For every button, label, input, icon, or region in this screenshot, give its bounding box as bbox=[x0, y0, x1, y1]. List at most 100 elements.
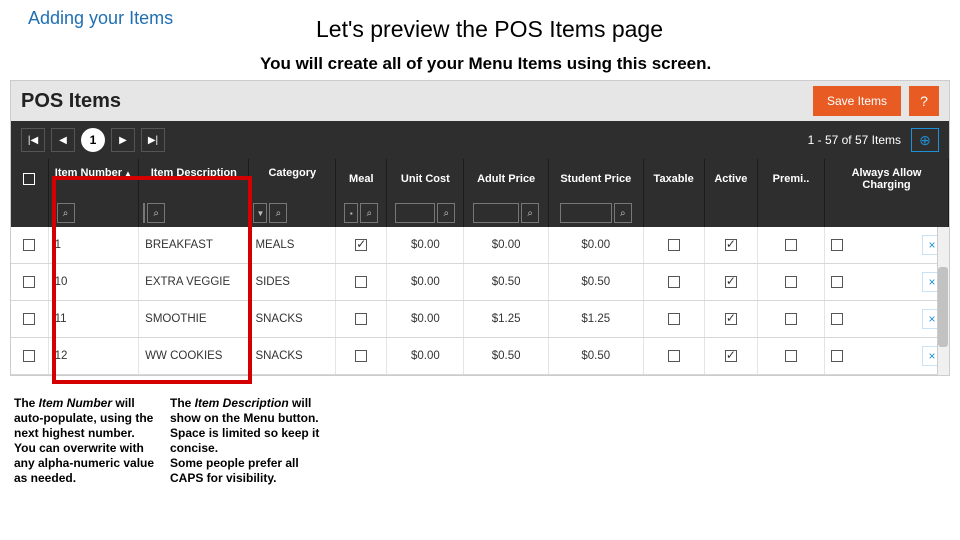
pager-last-icon[interactable]: ▶| bbox=[141, 128, 165, 152]
cell-taxable bbox=[644, 264, 705, 300]
cell-unit-cost[interactable]: $0.00 bbox=[387, 264, 464, 300]
taxable-checkbox[interactable] bbox=[668, 350, 680, 362]
filter-icon[interactable]: ⌕ bbox=[269, 203, 287, 223]
premium-checkbox[interactable] bbox=[785, 350, 797, 362]
filter-adult-price[interactable] bbox=[473, 203, 519, 223]
cell-active bbox=[705, 264, 758, 300]
taxable-checkbox[interactable] bbox=[668, 313, 680, 325]
meal-checkbox[interactable] bbox=[355, 239, 367, 251]
cell-category[interactable]: MEALS bbox=[249, 227, 336, 263]
active-checkbox[interactable] bbox=[725, 313, 737, 325]
cell-meal bbox=[336, 227, 387, 263]
cell-item-description[interactable]: SMOOTHIE bbox=[139, 301, 249, 337]
filter-item-number[interactable] bbox=[53, 203, 55, 223]
meal-checkbox[interactable] bbox=[355, 313, 367, 325]
pager-first-icon[interactable]: |◀ bbox=[21, 128, 45, 152]
cell-student-price[interactable]: $1.25 bbox=[549, 301, 644, 337]
active-checkbox[interactable] bbox=[725, 350, 737, 362]
cell-adult-price[interactable]: $1.25 bbox=[464, 301, 549, 337]
cell-item-description[interactable]: WW COOKIES bbox=[139, 338, 249, 374]
header-premium[interactable]: Premi.. bbox=[758, 159, 825, 199]
header-meal[interactable]: Meal bbox=[336, 159, 387, 199]
cell-item-number[interactable]: 11 bbox=[49, 301, 140, 337]
premium-checkbox[interactable] bbox=[785, 313, 797, 325]
cell-select bbox=[11, 227, 49, 263]
taxable-checkbox[interactable] bbox=[668, 276, 680, 288]
row-select-checkbox[interactable] bbox=[23, 350, 35, 362]
filter-icon[interactable]: ⌕ bbox=[57, 203, 75, 223]
cell-item-number[interactable]: 12 bbox=[49, 338, 140, 374]
filter-student-price[interactable] bbox=[560, 203, 612, 223]
help-button[interactable]: ? bbox=[909, 86, 939, 116]
row-select-checkbox[interactable] bbox=[23, 313, 35, 325]
cell-premium bbox=[758, 227, 825, 263]
pager-range: 1 - 57 of 57 Items bbox=[808, 133, 901, 147]
header-item-number[interactable]: Item Number▲ bbox=[49, 159, 140, 199]
header-student-price[interactable]: Student Price bbox=[549, 159, 644, 199]
cell-unit-cost[interactable]: $0.00 bbox=[387, 227, 464, 263]
scrollbar-thumb[interactable] bbox=[938, 267, 948, 347]
pager-prev-icon[interactable]: ◀ bbox=[51, 128, 75, 152]
allow-charging-checkbox[interactable] bbox=[831, 350, 843, 362]
filter-unit-cost[interactable] bbox=[395, 203, 435, 223]
cell-adult-price[interactable]: $0.50 bbox=[464, 264, 549, 300]
filter-item-description[interactable] bbox=[143, 203, 145, 223]
cell-allow-charging: × bbox=[825, 264, 949, 300]
header-category[interactable]: Category bbox=[249, 159, 336, 199]
pager-next-icon[interactable]: ▶ bbox=[111, 128, 135, 152]
cell-item-description[interactable]: BREAKFAST bbox=[139, 227, 249, 263]
active-checkbox[interactable] bbox=[725, 276, 737, 288]
cell-student-price[interactable]: $0.50 bbox=[549, 264, 644, 300]
header-active[interactable]: Active bbox=[705, 159, 758, 199]
cell-adult-price[interactable]: $0.50 bbox=[464, 338, 549, 374]
header-unit-cost[interactable]: Unit Cost bbox=[387, 159, 464, 199]
allow-charging-checkbox[interactable] bbox=[831, 313, 843, 325]
header-item-description[interactable]: Item Description bbox=[139, 159, 249, 199]
header-adult-price[interactable]: Adult Price bbox=[464, 159, 549, 199]
cell-adult-price[interactable]: $0.00 bbox=[464, 227, 549, 263]
chevron-down-icon[interactable]: ▼ bbox=[253, 203, 267, 223]
allow-charging-checkbox[interactable] bbox=[831, 239, 843, 251]
cell-select bbox=[11, 301, 49, 337]
cell-premium bbox=[758, 264, 825, 300]
cell-student-price[interactable]: $0.50 bbox=[549, 338, 644, 374]
filter-row: ⌕ ⌕ ▼⌕ ▪⌕ ⌕ ⌕ ⌕ bbox=[11, 199, 949, 227]
cell-student-price[interactable]: $0.00 bbox=[549, 227, 644, 263]
filter-icon[interactable]: ⌕ bbox=[147, 203, 165, 223]
pager-current: 1 bbox=[81, 128, 105, 152]
cell-category[interactable]: SIDES bbox=[249, 264, 336, 300]
meal-checkbox[interactable] bbox=[355, 350, 367, 362]
cell-allow-charging: × bbox=[825, 227, 949, 263]
preview-title: Let's preview the POS Items page bbox=[316, 16, 663, 43]
cell-item-description[interactable]: EXTRA VEGGIE bbox=[139, 264, 249, 300]
section-heading: Adding your Items bbox=[28, 8, 173, 29]
premium-checkbox[interactable] bbox=[785, 276, 797, 288]
scrollbar[interactable] bbox=[937, 227, 949, 375]
filter-icon[interactable]: ⌕ bbox=[614, 203, 632, 223]
save-items-button[interactable]: Save Items bbox=[813, 86, 901, 116]
cell-unit-cost[interactable]: $0.00 bbox=[387, 301, 464, 337]
filter-icon[interactable]: ⌕ bbox=[360, 203, 378, 223]
filter-icon[interactable]: ⌕ bbox=[437, 203, 455, 223]
row-select-checkbox[interactable] bbox=[23, 239, 35, 251]
allow-charging-checkbox[interactable] bbox=[831, 276, 843, 288]
checkbox-filter-icon[interactable]: ▪ bbox=[344, 203, 358, 223]
cell-item-number[interactable]: 10 bbox=[49, 264, 140, 300]
filter-icon[interactable]: ⌕ bbox=[521, 203, 539, 223]
cell-unit-cost[interactable]: $0.00 bbox=[387, 338, 464, 374]
cell-premium bbox=[758, 301, 825, 337]
taxable-checkbox[interactable] bbox=[668, 239, 680, 251]
cell-category[interactable]: SNACKS bbox=[249, 301, 336, 337]
header-always-allow-charging[interactable]: Always Allow Charging bbox=[825, 159, 949, 199]
cell-category[interactable]: SNACKS bbox=[249, 338, 336, 374]
header-taxable[interactable]: Taxable bbox=[644, 159, 705, 199]
premium-checkbox[interactable] bbox=[785, 239, 797, 251]
meal-checkbox[interactable] bbox=[355, 276, 367, 288]
row-select-checkbox[interactable] bbox=[23, 276, 35, 288]
add-item-button[interactable]: ⊕ bbox=[911, 128, 939, 152]
cell-select bbox=[11, 264, 49, 300]
header-select-all[interactable] bbox=[11, 159, 49, 199]
active-checkbox[interactable] bbox=[725, 239, 737, 251]
cell-item-number[interactable]: 1 bbox=[49, 227, 140, 263]
cell-meal bbox=[336, 301, 387, 337]
